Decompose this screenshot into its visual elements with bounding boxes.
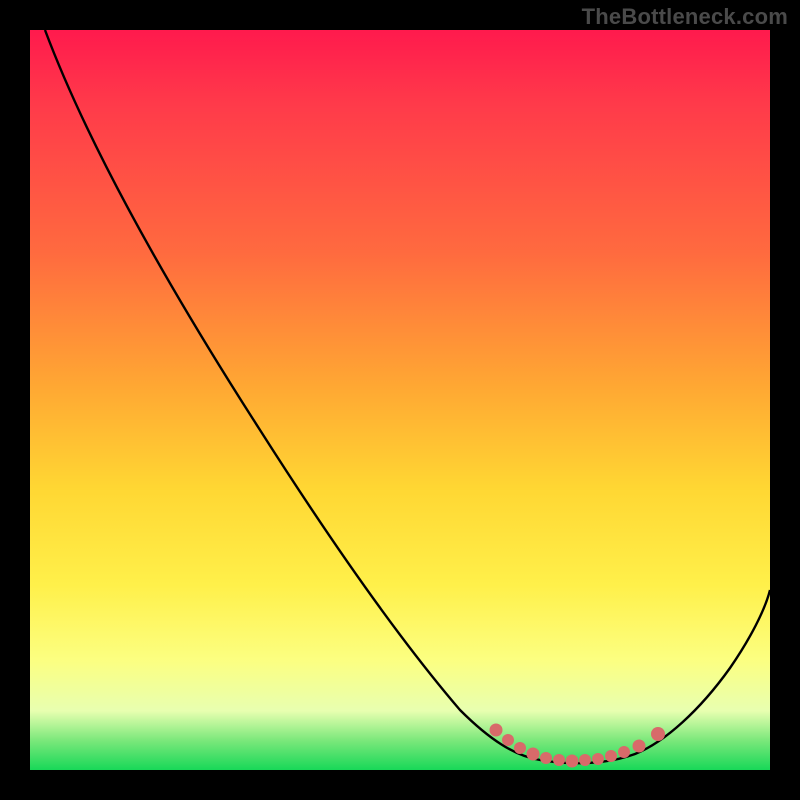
optimal-zone-dots [490, 724, 666, 768]
chart-frame: TheBottleneck.com [0, 0, 800, 800]
plot-area [30, 30, 770, 770]
bottleneck-curve [45, 30, 770, 763]
watermark-text: TheBottleneck.com [582, 4, 788, 30]
chart-svg [30, 30, 770, 770]
